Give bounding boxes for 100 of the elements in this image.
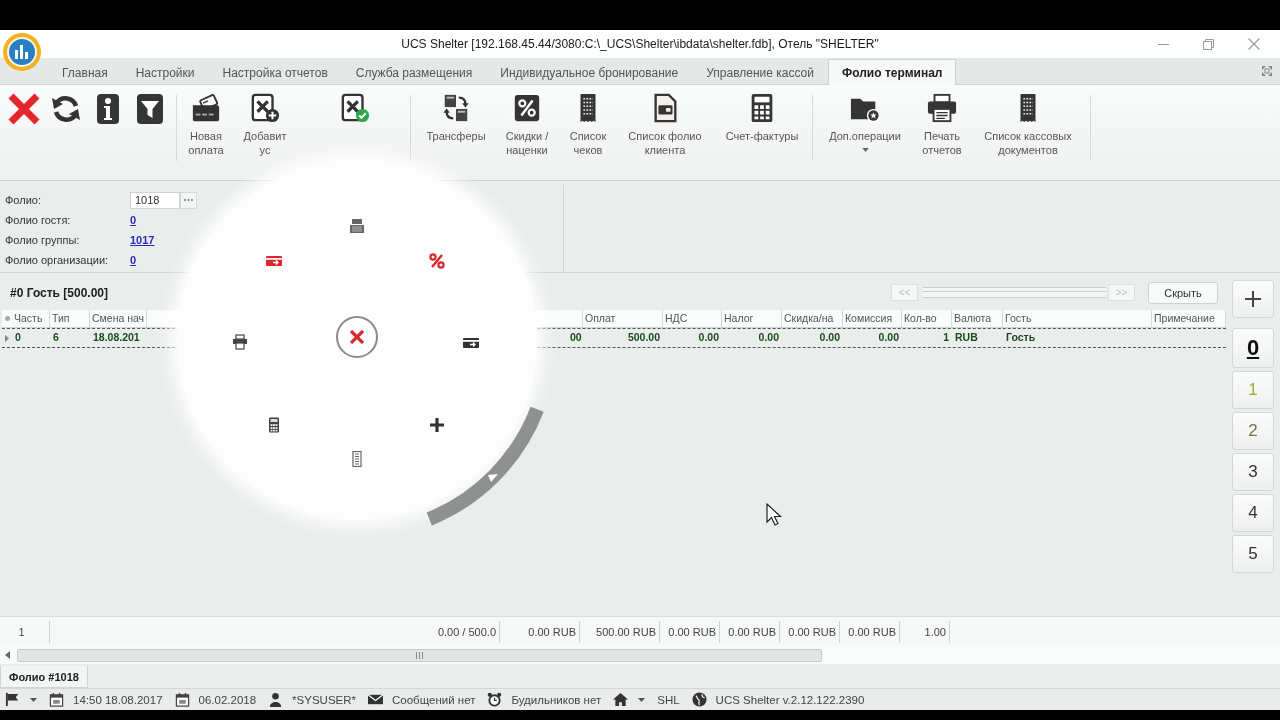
app-logo-icon[interactable] [3,33,41,71]
ribbon-button[interactable]: Доп.операции [822,85,908,152]
part-button[interactable]: 3 [1232,453,1274,491]
row-marker-icon [4,316,10,321]
table-cell-text: 00 [569,330,583,345]
ribbon-tab[interactable]: Индивидуальное бронирование [486,60,693,85]
table-cell-text: 1 [942,330,950,345]
restore-icon[interactable] [1203,38,1214,50]
totals-cell: 0.00 RUB [720,620,780,643]
percent-icon [512,93,542,123]
home-icon[interactable] [613,692,629,707]
ribbon-tab[interactable]: Управление кассой [692,60,828,85]
table-cell-text: 0 [14,330,22,345]
cursor-icon [766,503,782,526]
ribbon-button[interactable]: Список фолио клиента [622,85,708,157]
totals-cell: 1.00 [900,620,950,643]
folio-tab[interactable]: Фолио #1018 [0,666,88,688]
ribbon-tab[interactable]: Настройки [121,60,209,85]
part-button[interactable]: 4 [1232,494,1274,532]
minimize-icon[interactable] [1158,43,1169,45]
flag-icon[interactable] [5,692,20,707]
column-header: Оплат [583,310,663,327]
table-cell-text: 0.00 [757,330,780,345]
window-title: UCS Shelter [192.168.45.44/3080:C:\_UCS\Shelter\ibdata\shelter.fdb], Отель "SHELTER" [401,37,879,51]
column-header: Скидка/на [782,310,843,327]
close-icon[interactable] [1248,38,1260,50]
ribbon-tab[interactable]: Служба размещения [341,60,487,85]
alarm-clock-icon [487,692,503,707]
folio-link[interactable]: 0 [130,214,137,226]
ribbon-button[interactable]: Печать отчетов [917,85,967,157]
ribbon-button[interactable]: Новая оплата [184,85,228,157]
ribbon-tab[interactable]: Настройка отчетов [208,60,342,85]
caret-icon[interactable] [30,697,37,702]
field-label: Фолио: [5,194,42,206]
calculator-icon[interactable] [266,417,282,433]
status-text: UCS Shelter v.2.12.122.2390 [715,693,865,706]
totals-cell: 0.00 RUB [500,620,580,643]
totals-cell: 0.00 / 500.0 [50,620,500,643]
ribbon-button[interactable]: Счет-фактуры [720,85,804,143]
column-header: Часть [12,310,50,327]
column-header: НДС [663,310,722,327]
scroll-left-icon[interactable] [5,651,10,659]
refresh-icon[interactable] [50,93,82,125]
table-cell-text: 0.00 [877,330,900,345]
totals-cell: 0.00 RUB [780,620,840,643]
register-icon[interactable] [349,218,365,234]
envelope-icon [368,692,383,707]
table-cell-text: 500.00 [626,330,661,345]
column-header: Гость [1003,310,1152,327]
status-text: SHL [657,693,680,706]
status-text: Сообщений нет [392,693,476,706]
column-header: Валюта [952,310,1003,327]
percent-icon[interactable] [429,253,445,269]
folio-link[interactable]: 0 [130,254,137,266]
scrollbar-thumb[interactable] [17,648,822,662]
grip-icon [416,651,423,659]
close-icon [350,330,364,344]
printer-icon [927,93,957,123]
expand-icon[interactable] [1262,66,1272,76]
ribbon-button[interactable]: Скидки / наценки [500,85,554,157]
part-button[interactable]: 0 [1232,328,1274,368]
table-cell-text: Гость [1005,330,1037,345]
filter-icon[interactable] [134,93,166,125]
calendar-icon [174,692,190,707]
field-label: Фолио организации: [5,254,110,266]
browse-button[interactable] [180,191,197,209]
ribbon-button[interactable]: Добавит ус [239,85,291,157]
close-icon[interactable] [8,93,40,125]
guest-folio-title: #0 Гость [500.00] [9,285,108,300]
add-button[interactable] [1232,280,1274,318]
calendar-icon [49,692,64,707]
ribbon-button[interactable]: Список чеков [565,85,611,157]
table-cell-text: 18.08.201 [92,330,141,345]
totals-cell: 500.00 RUB [580,620,660,643]
ribbon-tab[interactable]: Фолио терминал [827,59,957,85]
ribbon-button[interactable]: Список кассовых документов [975,85,1081,157]
ribbon-tab[interactable]: Главная [48,60,122,85]
folio-link[interactable]: 1017 [130,234,155,246]
part-button[interactable]: 2 [1232,412,1274,450]
table-cell-text: 6 [52,330,60,345]
column-header: Налог [722,310,782,327]
user-icon [268,692,284,707]
part-button[interactable]: 5 [1232,535,1274,573]
transfer-icon [441,93,471,123]
totals-cell: 1 [0,620,50,643]
folio-number-field[interactable]: 1018 [130,191,180,209]
totals-cell: 0.00 RUB [840,620,900,643]
column-header: Тип [50,310,90,327]
hide-button[interactable]: Скрыть [1148,281,1218,304]
printer-icon[interactable] [232,334,248,350]
tools-check-icon[interactable] [340,93,370,123]
table-cell-text: 0.00 [697,330,720,345]
ribbon-button[interactable]: Трансферы [421,85,491,143]
wallet-icon [191,93,221,123]
card-icon[interactable] [463,335,479,351]
table-cell-text: 0.00 [818,330,841,345]
column-header: Примечание [1152,310,1226,327]
receipt-icon[interactable] [349,451,365,467]
caret-icon[interactable] [638,697,646,702]
plus-icon[interactable] [429,417,445,433]
